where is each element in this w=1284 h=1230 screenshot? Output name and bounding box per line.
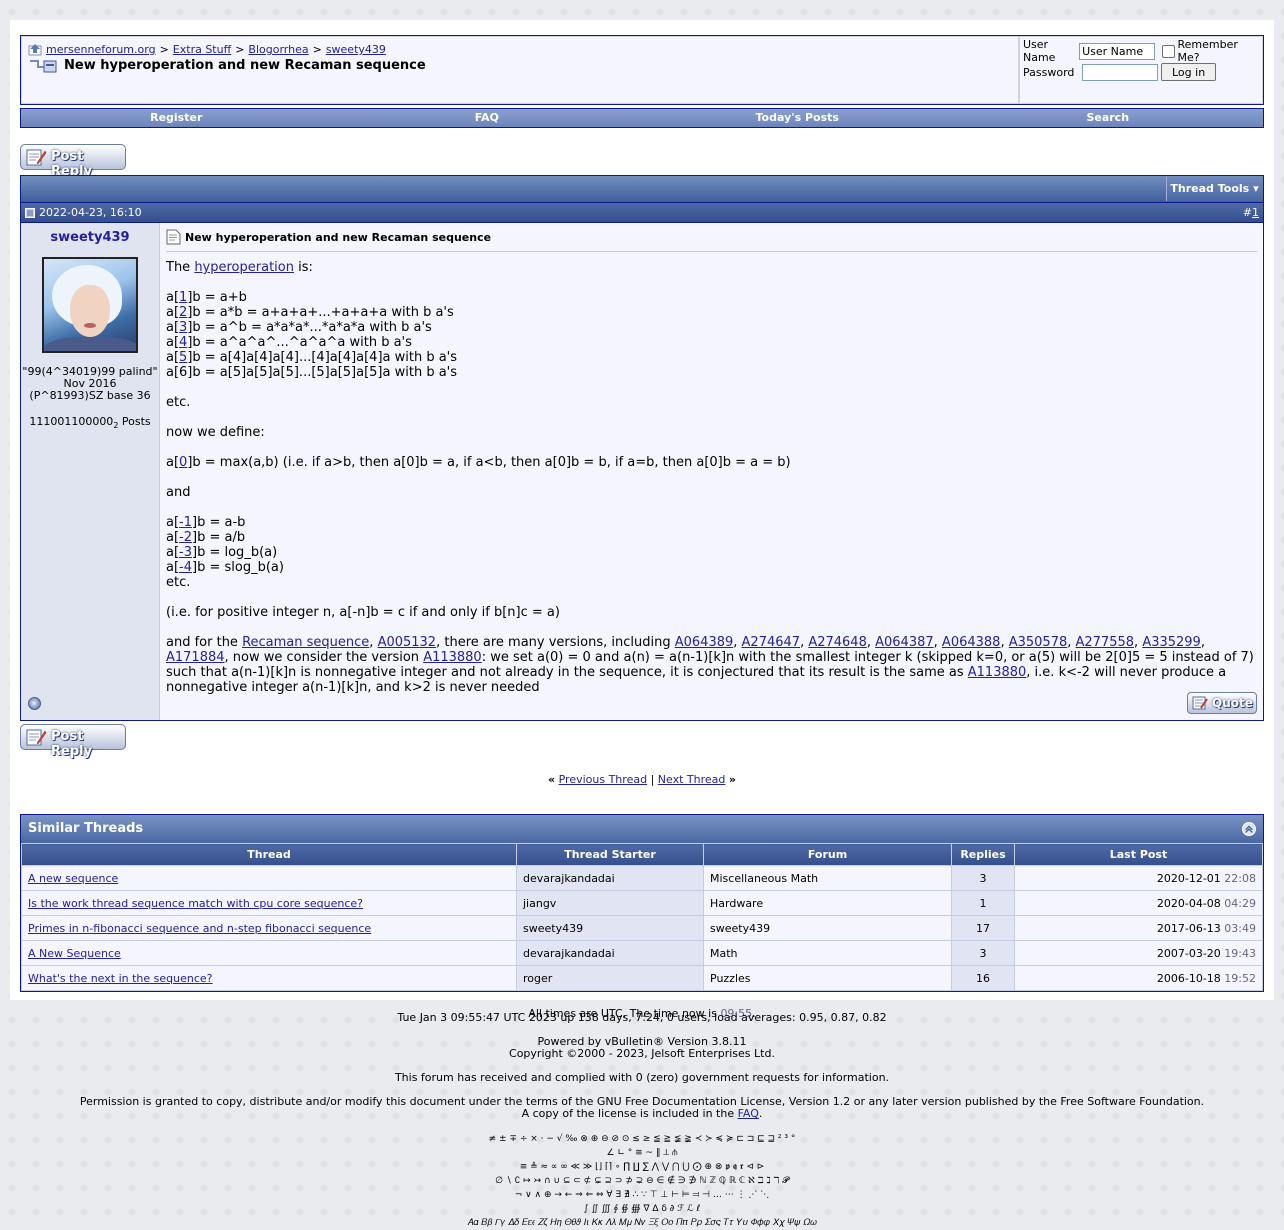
oeis-link[interactable]: A274648 (808, 635, 867, 650)
similar-thread-link[interactable]: Is the work thread sequence match with c… (28, 897, 363, 910)
post-reply-icon (26, 149, 47, 166)
post-header: 2022-04-23, 16:10 #1 (20, 203, 1264, 223)
collapse-icon[interactable] (1242, 822, 1256, 836)
author-panel: sweety439 "99(4^34019)99 palind" Nov 201… (21, 223, 160, 720)
post-body: sweety439 "99(4^34019)99 palind" Nov 201… (20, 223, 1264, 721)
math-symbols: ≠ ± ∓ ÷ × · − √ ‰ ⊗ ⊕ ⊖ ⊘ ⊙ ≤ ≥ ≦ ≧ ≨ ≩ … (467, 1134, 817, 1228)
post-count: 1110011000002 Posts (29, 415, 151, 431)
post-reply-icon (26, 729, 47, 746)
hyper-neg1-link[interactable]: -1 (179, 515, 192, 530)
offline-status-icon (28, 697, 41, 710)
col-last-post: Last Post (1014, 843, 1263, 866)
thread-title: New hyperoperation and new Recaman seque… (64, 58, 426, 73)
previous-thread-link[interactable]: Previous Thread (559, 773, 647, 786)
license-faq-link[interactable]: FAQ (738, 1107, 759, 1120)
quote-icon (1192, 696, 1208, 710)
author-username[interactable]: sweety439 (50, 230, 129, 245)
quote-button[interactable]: Quote (1187, 692, 1257, 714)
password-input[interactable] (1082, 63, 1158, 81)
similar-threads-table: Thread Thread Starter Forum Replies Last… (21, 843, 1263, 991)
oeis-link[interactable]: A350578 (1009, 635, 1068, 650)
avatar[interactable] (42, 257, 138, 353)
post-message: New hyperoperation and new Recaman seque… (160, 223, 1263, 720)
breadcrumb-blogorrhea-link[interactable]: Blogorrhea (248, 43, 308, 56)
col-thread-starter: Thread Starter (516, 843, 704, 866)
col-replies: Replies (951, 843, 1015, 866)
menu-search[interactable]: Search (953, 109, 1264, 127)
recaman-link[interactable]: Recaman sequence (242, 635, 369, 650)
hyper-neg2-link[interactable]: -2 (179, 530, 192, 545)
oeis-link[interactable]: A064388 (942, 635, 1001, 650)
login-button[interactable]: Log in (1161, 63, 1217, 81)
footer: Tue Jan 3 09:55:47 UTC 2023 up 138 days,… (0, 1012, 1284, 1230)
page-title: New hyperoperation and new Recaman seque… (28, 58, 1012, 73)
oeis-link[interactable]: A064389 (675, 635, 734, 650)
table-row: Primes in n-fibonacci sequence and n-ste… (21, 915, 1263, 941)
remember-me-label: Remember Me? (1177, 38, 1238, 64)
breadcrumb-area: mersenneforum.org > Extra Stuff > Blogor… (22, 37, 1018, 103)
login-form: User Name Remember Me? Password Log in (1020, 37, 1262, 103)
col-forum: Forum (703, 843, 952, 866)
thread-navigation: « Previous Thread | Next Thread » (548, 773, 736, 786)
chevron-down-icon: ▾ (1253, 182, 1259, 195)
menu-bar: Register FAQ Today's Posts Search (20, 108, 1264, 128)
copyright: Copyright ©2000 - 2023, Jelsoft Enterpri… (509, 1047, 775, 1060)
table-row: A new sequence devarajkandadai Miscellan… (21, 865, 1263, 891)
hyper-neg4-link[interactable]: -4 (179, 560, 192, 575)
post-number-link[interactable]: 1 (1252, 206, 1259, 219)
hyperoperation-link[interactable]: hyperoperation (194, 260, 294, 275)
oeis-a113880-link[interactable]: A113880 (423, 650, 482, 665)
menu-faq[interactable]: FAQ (332, 109, 643, 127)
post-content: The hyperoperation is: a[1]b = a+b a[2]b… (166, 260, 1254, 695)
similar-thread-link[interactable]: A New Sequence (28, 947, 121, 960)
similar-threads-header: Similar Threads (21, 815, 1263, 843)
similar-thread-link[interactable]: A new sequence (28, 872, 118, 885)
oeis-link[interactable]: A171884 (166, 650, 225, 665)
username-label: User Name (1023, 38, 1056, 64)
post-reply-label: Post Reply (51, 729, 93, 759)
post-reply-button-bottom[interactable]: Post Reply (20, 724, 126, 759)
gov-requests-notice: This forum has received and complied wit… (394, 1071, 890, 1084)
user-title: "99(4^34019)99 palind" Nov 2016 (P^81993… (22, 365, 158, 402)
breadcrumb: mersenneforum.org > Extra Stuff > Blogor… (28, 43, 1012, 56)
remember-me-checkbox[interactable] (1162, 44, 1175, 58)
oeis-link[interactable]: A274647 (742, 635, 801, 650)
oeis-a005132-link[interactable]: A005132 (378, 635, 437, 650)
menu-todays-posts[interactable]: Today's Posts (642, 109, 953, 127)
table-row: A New Sequence devarajkandadai Math 3 20… (21, 940, 1263, 966)
username-input[interactable] (1079, 42, 1156, 60)
post-reply-button-top[interactable]: Post Reply (20, 144, 126, 179)
similar-threads: Similar Threads Thread Thread Starter Fo… (20, 814, 1264, 992)
thread-tools-label: Thread Tools (1170, 182, 1250, 195)
breadcrumb-sweety439-link[interactable]: sweety439 (326, 43, 386, 56)
hyper-neg3-link[interactable]: -3 (179, 545, 192, 560)
breadcrumb-extra-stuff-link[interactable]: Extra Stuff (173, 43, 231, 56)
server-uptime: Tue Jan 3 09:55:47 UTC 2023 up 138 days,… (397, 1011, 887, 1024)
col-thread: Thread (21, 843, 517, 866)
post-date: 2022-04-23, 16:10 (39, 206, 142, 219)
table-row: What's the next in the sequence? roger P… (21, 965, 1263, 991)
document-icon (166, 229, 181, 245)
similar-thread-link[interactable]: Primes in n-fibonacci sequence and n-ste… (28, 922, 371, 935)
oeis-link[interactable]: A064387 (875, 635, 934, 650)
navbar: mersenneforum.org > Extra Stuff > Blogor… (20, 35, 1264, 105)
next-thread-link[interactable]: Next Thread (658, 773, 726, 786)
menu-register[interactable]: Register (21, 109, 332, 127)
reload-icon[interactable] (28, 59, 58, 73)
post-title: New hyperoperation and new Recaman seque… (166, 229, 1257, 252)
table-row: Is the work thread sequence match with c… (21, 890, 1263, 916)
post-number: #1 (1242, 206, 1259, 219)
breadcrumb-home-link[interactable]: mersenneforum.org (46, 43, 156, 56)
thread-tools-bar: Thread Tools ▾ (20, 175, 1264, 203)
thread-tools-menu[interactable]: Thread Tools ▾ (1166, 177, 1262, 201)
page-container: mersenneforum.org > Extra Stuff > Blogor… (10, 20, 1274, 1020)
navbits-up-icon[interactable] (28, 43, 42, 56)
oeis-link[interactable]: A335299 (1142, 635, 1201, 650)
password-label: Password (1023, 65, 1075, 79)
oeis-a113880-link[interactable]: A113880 (968, 665, 1027, 680)
post-old-icon (25, 207, 35, 218)
oeis-link[interactable]: A277558 (1076, 635, 1135, 650)
similar-thread-link[interactable]: What's the next in the sequence? (28, 972, 213, 985)
